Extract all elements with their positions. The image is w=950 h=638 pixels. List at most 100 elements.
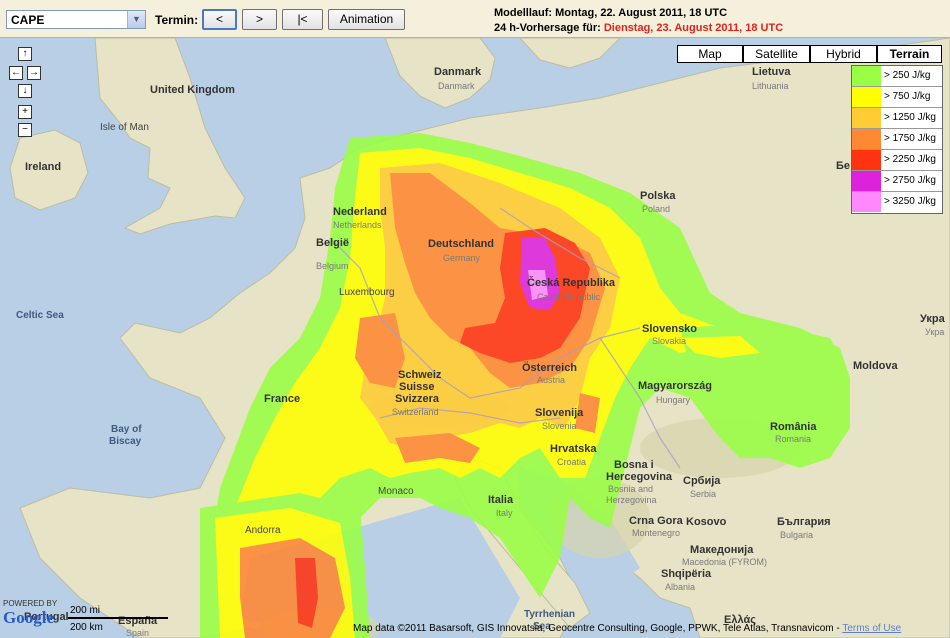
place-label: Polska xyxy=(640,190,676,202)
place-label: Luxembourg xyxy=(339,287,395,298)
first-button[interactable]: |< xyxy=(282,9,323,30)
pan-right-button[interactable]: → xyxy=(27,66,41,80)
place-label: United Kingdom xyxy=(150,84,235,96)
next-button[interactable]: > xyxy=(242,9,277,30)
place-label: Bosna i xyxy=(614,459,654,471)
place-label: Македонија xyxy=(690,544,754,556)
place-label: Hercegovina xyxy=(606,471,673,483)
place-sublabel: Italy xyxy=(496,508,513,518)
legend-swatch xyxy=(852,171,881,191)
place-sublabel: Poland xyxy=(642,204,671,214)
place-sublabel: Slovenia xyxy=(542,421,577,431)
legend-label: > 3250 J/kg xyxy=(884,196,936,207)
forecast-text: 24 h-Vorhersage für: Dienstag, 23. Augus… xyxy=(494,22,783,34)
place-label: Isle of Man xyxy=(100,122,149,133)
place-label: Andorra xyxy=(245,525,281,536)
pan-left-button[interactable]: ← xyxy=(9,66,23,80)
place-label: Slovensko xyxy=(642,323,698,335)
legend-row: > 750 J/kg xyxy=(852,87,942,108)
google-logo[interactable]: Google xyxy=(3,608,54,628)
legend-swatch xyxy=(852,192,881,212)
place-label: Nederland xyxy=(333,206,387,218)
place-label: Shqipëria xyxy=(661,568,712,580)
legend-label: > 1250 J/kg xyxy=(884,112,936,123)
place-sublabel: Croatia xyxy=(557,457,587,467)
place-sublabel: Bosnia and xyxy=(608,484,654,494)
legend-row: > 1750 J/kg xyxy=(852,129,942,150)
place-label: Hrvatska xyxy=(550,443,597,455)
place-sublabel: Hungary xyxy=(656,395,691,405)
place-sublabel: Romania xyxy=(775,434,812,444)
place-sublabel: Netherlands xyxy=(333,220,382,230)
place-sublabel: Slovakia xyxy=(652,336,687,346)
place-sublabel: Bulgaria xyxy=(780,530,814,540)
place-sublabel: Montenegro xyxy=(632,528,681,538)
legend-row: > 2250 J/kg xyxy=(852,150,942,171)
pan-down-button[interactable]: ↓ xyxy=(18,84,32,98)
place-sublabel: Serbia xyxy=(690,489,717,499)
place-sublabel: Укра xyxy=(925,327,945,337)
legend-swatch xyxy=(852,150,881,170)
place-label: Celtic Sea xyxy=(16,310,64,321)
legend-swatch xyxy=(852,108,881,128)
place-sublabel: Macedonia (FYROM) xyxy=(682,557,768,567)
place-label: Biscay xyxy=(109,436,142,447)
legend-swatch xyxy=(852,129,881,149)
place-label: Moldova xyxy=(853,360,898,372)
legend-row: > 2750 J/kg xyxy=(852,171,942,192)
parameter-select[interactable]: CAPE ▼ xyxy=(6,10,146,29)
map-canvas[interactable]: ↑ ← → ↓ + − Danmark Danmark United Kingd… xyxy=(0,38,950,638)
place-label: Schweiz xyxy=(398,369,442,381)
legend-label: > 250 J/kg xyxy=(884,70,931,81)
place-label: Crna Gora xyxy=(629,515,683,527)
cape-legend: > 250 J/kg > 750 J/kg > 1250 J/kg > 1750 J/… xyxy=(851,65,943,214)
place-label: România xyxy=(770,421,817,433)
place-sublabel: Herzegovina xyxy=(606,495,657,505)
place-sublabel: Lithuania xyxy=(752,81,789,91)
place-label: Suisse xyxy=(399,381,435,393)
place-label: Bay of xyxy=(111,424,142,435)
zoom-out-button[interactable]: − xyxy=(18,123,32,137)
place-label: Укра xyxy=(920,313,945,325)
model-run-text: Modelllauf: Montag, 22. August 2011, 18 … xyxy=(494,7,728,19)
legend-swatch xyxy=(852,87,881,107)
scale-bar xyxy=(68,617,168,619)
place-label: Бе xyxy=(836,160,851,172)
map-type-terrain[interactable]: Terrain xyxy=(877,45,942,63)
place-label: Italia xyxy=(488,494,514,506)
place-label: Monaco xyxy=(378,486,414,497)
map-type-map[interactable]: Map xyxy=(677,45,743,63)
legend-label: > 750 J/kg xyxy=(884,91,931,102)
chevron-down-icon[interactable]: ▼ xyxy=(127,11,145,28)
place-sublabel: Austria xyxy=(537,375,566,385)
place-label: Česká Republika xyxy=(527,277,616,289)
parameter-select-value: CAPE xyxy=(11,13,45,27)
legend-label: > 1750 J/kg xyxy=(884,133,936,144)
forecast-prefix: 24 h-Vorhersage für: xyxy=(494,22,601,34)
place-label: Österreich xyxy=(522,362,578,374)
map-type-hybrid[interactable]: Hybrid xyxy=(810,45,877,63)
terms-link[interactable]: Terms of Use xyxy=(842,623,901,634)
prev-button[interactable]: < xyxy=(202,9,237,30)
place-label: Deutschland xyxy=(428,238,495,250)
animation-button[interactable]: Animation xyxy=(328,9,405,30)
legend-label: > 2750 J/kg xyxy=(884,175,936,186)
powered-by-text: POWERED BY xyxy=(3,599,58,608)
place-label: Kosovo xyxy=(686,516,727,528)
place-sublabel: Switzerland xyxy=(392,407,439,417)
scale-km: 200 km xyxy=(70,622,103,633)
place-label: België xyxy=(316,237,350,249)
place-label: Lietuva xyxy=(752,66,791,78)
attribution-text: Map data ©2011 Basarsoft, GIS Innovatsia… xyxy=(353,623,840,634)
pan-up-button[interactable]: ↑ xyxy=(18,47,32,61)
place-label: Србија xyxy=(683,475,721,487)
legend-swatch xyxy=(852,66,881,86)
place-label: Magyarország xyxy=(638,380,712,392)
scale-miles: 200 mi xyxy=(70,605,101,616)
place-label: Slovenija xyxy=(535,407,584,419)
zoom-in-button[interactable]: + xyxy=(18,105,32,119)
map-type-satellite[interactable]: Satellite xyxy=(743,45,810,63)
place-label: Tyrrhenian xyxy=(524,609,575,620)
legend-row: > 3250 J/kg xyxy=(852,192,942,213)
place-sublabel: Czech Republic xyxy=(537,292,601,302)
